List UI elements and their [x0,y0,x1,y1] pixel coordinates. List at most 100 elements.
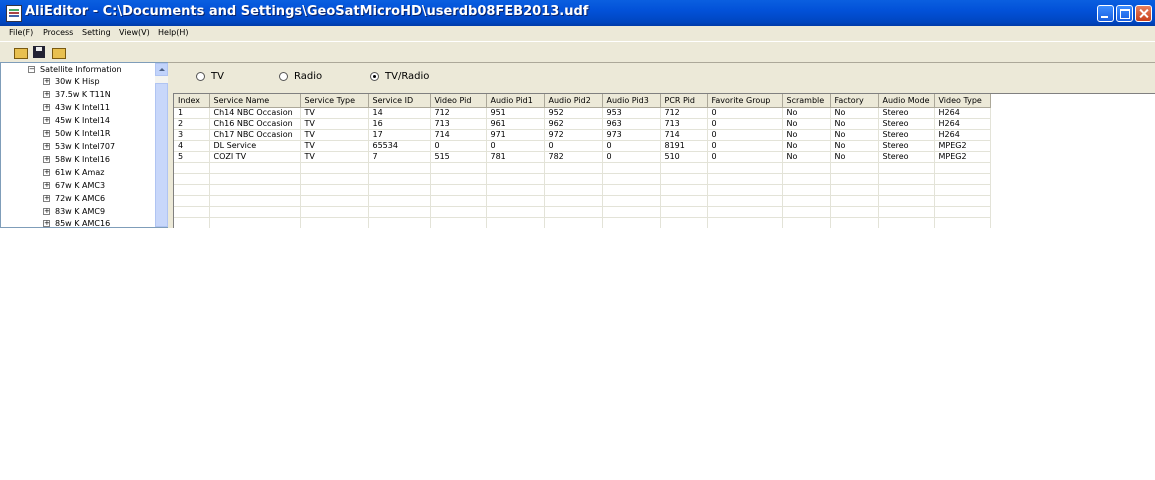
column-header-favorite-group[interactable]: Favorite Group [707,94,783,108]
table-row[interactable]: 3 Ch17 NBC Occasion TV 17 714 971 972 973 714 0 No… [174,129,991,141]
table-row[interactable]: 2 Ch16 NBC Occasion TV 16 713 961 962 963 713 0 No… [174,118,991,130]
column-header-scramble[interactable]: Scramble [782,94,831,108]
table-cell [782,217,831,228]
table-cell: DL Service [209,140,301,152]
expand-icon[interactable]: + [43,78,50,85]
menu-setting[interactable]: Setting [82,28,111,37]
table-cell: 712 [430,107,487,119]
table-cell [174,184,210,196]
expand-icon[interactable]: + [43,91,50,98]
expand-icon[interactable]: + [43,130,50,137]
expand-icon[interactable]: + [43,220,50,227]
collapse-icon[interactable]: − [28,66,35,73]
menu-view[interactable]: View(V) [119,28,150,37]
tree-scrollbar[interactable] [155,63,168,227]
column-header-service-id[interactable]: Service ID [368,94,431,108]
expand-icon[interactable]: + [43,104,50,111]
table-cell [209,162,301,174]
table-cell [300,173,369,185]
expand-icon[interactable]: + [43,156,50,163]
title-bar[interactable]: AliEditor - C:\Documents and Settings\Ge… [0,0,1155,26]
scroll-up-icon[interactable] [155,63,168,76]
table-cell: 0 [707,118,783,130]
table-cell [878,206,935,218]
table-cell [430,206,487,218]
menu-help[interactable]: Help(H) [158,28,189,37]
table-cell [830,184,879,196]
save-icon[interactable] [31,44,47,60]
column-header-index[interactable]: Index [174,94,210,108]
table-cell: 16 [368,118,431,130]
table-cell: Stereo [878,107,935,119]
menu-process[interactable]: Process [43,28,73,37]
maximize-button[interactable] [1116,5,1133,22]
toolbar [0,41,1155,63]
menu-file[interactable]: File(F) [9,28,33,37]
column-header-audio-pid1[interactable]: Audio Pid1 [486,94,545,108]
table-cell: 0 [707,129,783,141]
table-row[interactable]: 4 DL Service TV 65534 0 0 0 0 8191 0 No No Stereo MPE… [174,140,991,152]
table-cell [707,162,783,174]
open-file-icon[interactable] [50,44,66,60]
table-cell: 0 [602,140,661,152]
table-cell [486,206,545,218]
table-cell: 951 [486,107,545,119]
column-header-audio-pid2[interactable]: Audio Pid2 [544,94,603,108]
table-cell [602,217,661,228]
filter-tvradio-label: TV/Radio [385,71,430,82]
table-cell: TV [300,151,369,163]
column-header-video-pid[interactable]: Video Pid [430,94,487,108]
column-header-factory[interactable]: Factory [830,94,879,108]
column-header-service-type[interactable]: Service Type [300,94,369,108]
app-icon[interactable] [6,5,22,22]
table-cell [209,173,301,185]
table-cell: 962 [544,118,603,130]
table-cell [486,162,545,174]
filter-radio-radio[interactable]: Radio [279,71,322,82]
table-row[interactable]: 1 Ch14 NBC Occasion TV 14 712 951 952 953 712 0 No… [174,107,991,119]
expand-icon[interactable]: + [43,182,50,189]
column-header-video-type[interactable]: Video Type [934,94,991,108]
table-cell [544,173,603,185]
table-cell: TV [300,118,369,130]
tree-item-label: 83w K AMC9 [55,207,106,216]
tree-item-label: 85w K AMC16 [55,219,111,228]
table-cell: 65534 [368,140,431,152]
expand-icon[interactable]: + [43,117,50,124]
menu-bar: File(F) Process Setting View(V) Help(H) [0,26,1155,40]
column-header-audio-mode[interactable]: Audio Mode [878,94,935,108]
column-header-pcr-pid[interactable]: PCR Pid [660,94,708,108]
empty-row [174,162,991,174]
minimize-button[interactable] [1097,5,1114,22]
empty-row [174,206,991,218]
service-filter: TV Radio TV/Radio [172,62,1155,92]
close-button[interactable] [1135,5,1152,22]
table-cell [368,173,431,185]
tree-item-label: 37.5w K T11N [55,90,111,99]
open-folder-icon[interactable] [12,44,28,60]
table-cell: No [782,118,831,130]
scroll-thumb[interactable] [155,83,168,227]
filter-tv-radio[interactable]: TV [196,71,224,82]
table-cell: Stereo [878,129,935,141]
table-cell [602,173,661,185]
table-row[interactable]: 5 COZI TV TV 7 515 781 782 0 510 0 No No Stereo MPEG2 [174,151,991,163]
expand-icon[interactable]: + [43,208,50,215]
table-cell: No [782,151,831,163]
table-cell [430,184,487,196]
column-header-service-name[interactable]: Service Name [209,94,301,108]
expand-icon[interactable]: + [43,169,50,176]
radio-selected-icon [370,71,379,81]
table-cell: 2 [174,118,210,130]
table-cell [782,184,831,196]
table-cell: 714 [430,129,487,141]
expand-icon[interactable]: + [43,143,50,150]
tree-item-label: 72w K AMC6 [55,194,106,203]
table-cell [544,217,603,228]
table-cell [660,217,708,228]
empty-row [174,173,991,185]
column-header-audio-pid3[interactable]: Audio Pid3 [602,94,661,108]
table-cell: 713 [660,118,708,130]
filter-tvradio-radio[interactable]: TV/Radio [370,71,429,82]
expand-icon[interactable]: + [43,195,50,202]
